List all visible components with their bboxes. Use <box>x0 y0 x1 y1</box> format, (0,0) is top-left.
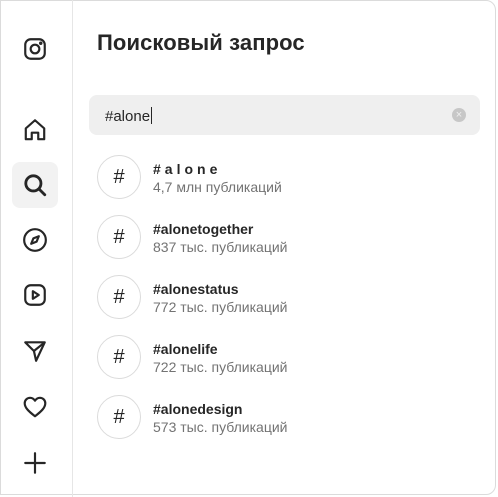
home-icon[interactable] <box>12 107 58 153</box>
result-tag: #alone <box>153 161 222 177</box>
result-item-alonetogether[interactable]: # #alonetogether 837 тыс. публикаций <box>97 215 477 259</box>
hashtag-icon: # <box>97 335 141 379</box>
search-query-text: #alone <box>105 108 151 125</box>
search-icon[interactable] <box>12 162 58 208</box>
result-item-alonestatus[interactable]: # #alonestatus 772 тыс. публикаций <box>97 275 477 319</box>
instagram-logo-icon[interactable] <box>12 26 58 72</box>
result-item-alonelife[interactable]: # #alonelife 722 тыс. публикаций <box>97 335 477 379</box>
messages-icon[interactable] <box>12 328 58 374</box>
result-tag: #alonetogether <box>153 221 254 237</box>
clear-search-icon[interactable]: × <box>452 108 466 122</box>
result-item-alone[interactable]: # #alone 4,7 млн публикаций <box>97 155 477 199</box>
result-tag: #alonedesign <box>153 401 243 417</box>
notifications-icon[interactable] <box>12 384 58 430</box>
create-icon[interactable] <box>12 440 58 486</box>
search-panel: Поисковый запрос #alone × # #alone 4,7 м… <box>73 0 498 497</box>
text-caret <box>151 107 153 124</box>
hashtag-icon: # <box>97 155 141 199</box>
result-count: 573 тыс. публикаций <box>153 419 288 435</box>
result-tag: #alonelife <box>153 341 218 357</box>
hashtag-icon: # <box>97 215 141 259</box>
explore-icon[interactable] <box>12 217 58 263</box>
hashtag-icon: # <box>97 275 141 319</box>
result-count: 4,7 млн публикаций <box>153 179 282 195</box>
hashtag-icon: # <box>97 395 141 439</box>
result-count: 722 тыс. публикаций <box>153 359 288 375</box>
result-item-alonedesign[interactable]: # #alonedesign 573 тыс. публикаций <box>97 395 477 439</box>
result-tag: #alonestatus <box>153 281 239 297</box>
panel-title: Поисковый запрос <box>97 30 305 55</box>
result-count: 772 тыс. публикаций <box>153 299 288 315</box>
search-input[interactable]: #alone × <box>89 95 480 135</box>
result-count: 837 тыс. публикаций <box>153 239 288 255</box>
sidebar <box>0 0 73 497</box>
reels-icon[interactable] <box>12 272 58 318</box>
search-query[interactable]: #alone <box>105 107 153 125</box>
